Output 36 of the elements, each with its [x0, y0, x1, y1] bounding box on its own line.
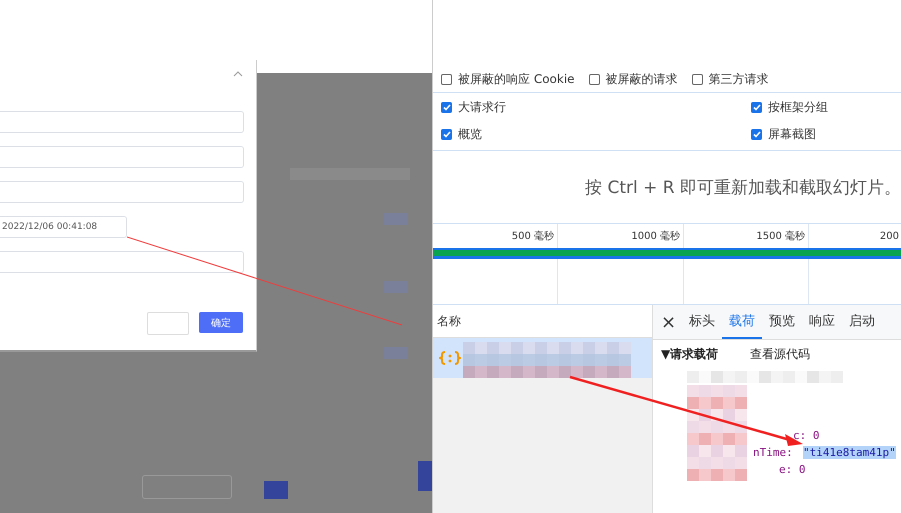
- date-field[interactable]: 2022/12/06 00:41:08: [0, 216, 127, 238]
- payload-value: "ti41e8tam41p": [803, 446, 896, 459]
- tab[interactable]: 标头: [682, 305, 722, 339]
- braces-icon: [439, 350, 461, 366]
- payload-line: e: 0: [779, 463, 806, 476]
- name-column-header: 名称: [433, 305, 652, 338]
- checkmark-icon: [442, 104, 450, 111]
- input-field[interactable]: [0, 111, 244, 133]
- checkbox[interactable]: 屏幕截图: [751, 126, 893, 143]
- checkbox[interactable]: 概览: [441, 126, 751, 143]
- cancel-button[interactable]: [147, 312, 189, 335]
- reload-hint: 按 Ctrl + R 即可重新加载和截取幻灯片。: [584, 176, 901, 200]
- request-row[interactable]: [433, 338, 652, 378]
- collapse-icon[interactable]: [233, 71, 243, 77]
- payload-line: c: 0: [793, 429, 820, 442]
- input-field[interactable]: [0, 146, 244, 168]
- checkmark-icon: [752, 104, 760, 111]
- confirm-button[interactable]: 确定: [199, 312, 243, 333]
- view-source-link[interactable]: 查看源代码: [750, 346, 810, 363]
- input-field[interactable]: [0, 251, 244, 273]
- checkbox[interactable]: 被屏蔽的响应 Cookie: [441, 71, 575, 88]
- checkbox[interactable]: 大请求行: [441, 99, 751, 116]
- tab[interactable]: 启动: [842, 305, 882, 339]
- checkbox[interactable]: 被屏蔽的请求: [588, 71, 678, 88]
- checkbox[interactable]: 第三方请求: [692, 71, 769, 88]
- input-field[interactable]: [0, 181, 244, 203]
- tab[interactable]: 预览: [762, 305, 802, 339]
- checkbox[interactable]: 按框架分组: [751, 99, 893, 116]
- tab[interactable]: 响应: [802, 305, 842, 339]
- close-button[interactable]: ×: [653, 305, 682, 339]
- checkmark-icon: [752, 131, 760, 138]
- section-title[interactable]: ▼请求载荷: [661, 346, 718, 363]
- time-tick: 200: [878, 230, 900, 244]
- checkmark-icon: [442, 131, 450, 138]
- tab[interactable]: 载荷: [722, 305, 762, 339]
- payload-key: nTime:: [753, 446, 793, 459]
